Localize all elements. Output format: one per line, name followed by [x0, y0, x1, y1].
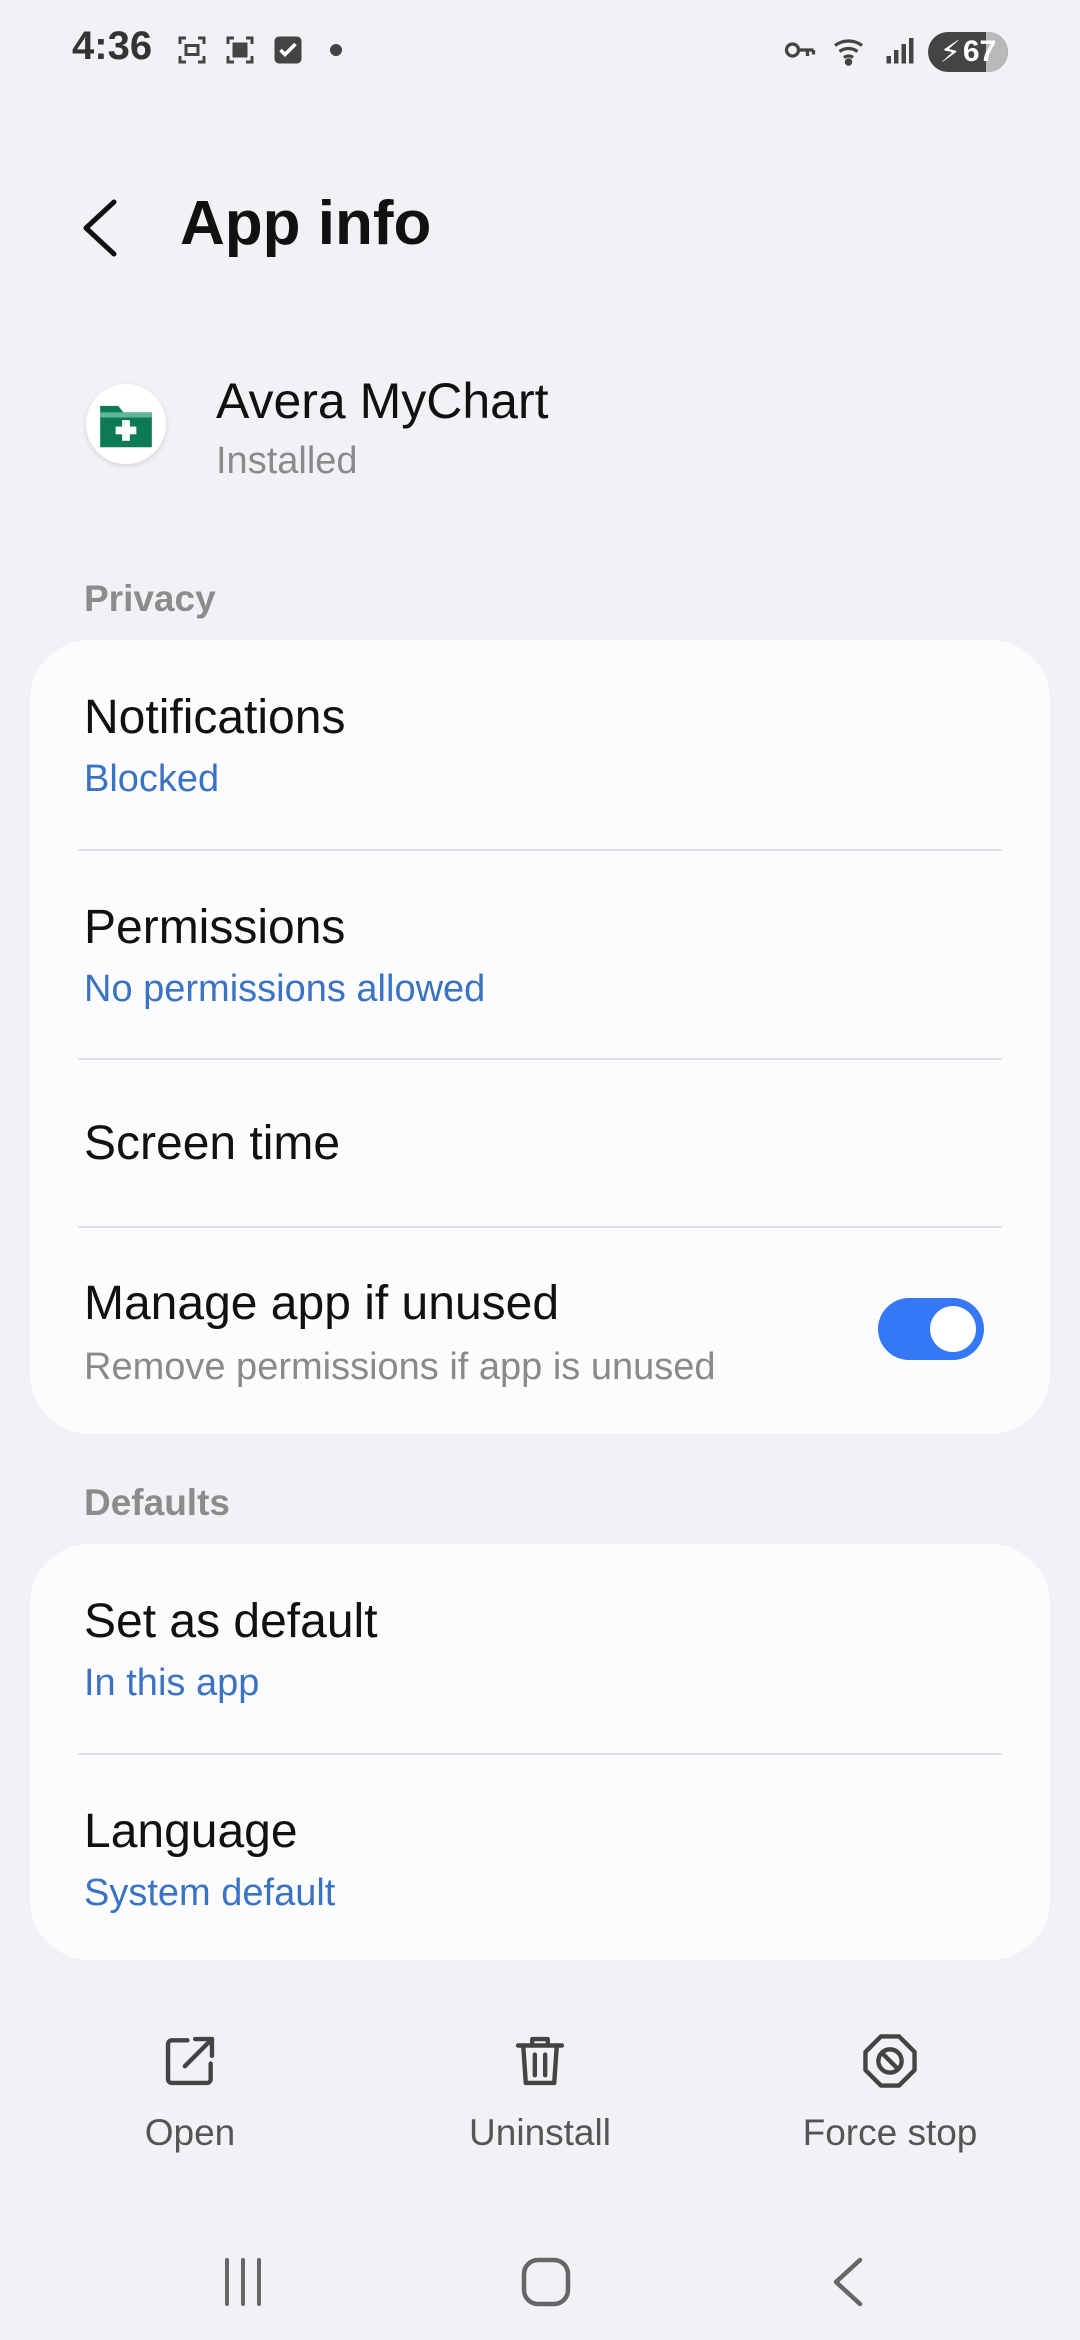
open-button[interactable]: Open	[70, 2030, 310, 2170]
status-time: 4:36	[72, 24, 153, 68]
app-icon	[86, 384, 166, 464]
manage-unused-toggle[interactable]	[878, 1298, 984, 1360]
recents-icon	[225, 2258, 261, 2306]
set-default-value: In this app	[84, 1662, 260, 1704]
section-label-defaults: Defaults	[84, 1482, 230, 1523]
battery-indicator: ⚡ 67	[928, 32, 1008, 72]
manage-unused-title: Manage app if unused	[84, 1277, 560, 1330]
home-button[interactable]	[496, 2232, 596, 2332]
trash-icon	[515, 2036, 565, 2086]
open-external-icon	[165, 2036, 215, 2086]
permissions-row[interactable]	[30, 851, 1050, 1059]
force-stop-label: Force stop	[802, 2112, 978, 2153]
back-button[interactable]	[78, 196, 122, 260]
permissions-value: No permissions allowed	[84, 968, 486, 1010]
status-bar: 4:36 ⚡ 67	[0, 0, 1080, 100]
vpn-key-icon	[782, 32, 818, 68]
set-default-title: Set as default	[84, 1595, 378, 1648]
app-status: Installed	[216, 440, 358, 482]
open-label: Open	[144, 2112, 236, 2153]
app-name: Avera MyChart	[216, 373, 549, 429]
screenshot-icon	[174, 32, 210, 68]
uninstall-button[interactable]: Uninstall	[420, 2030, 660, 2170]
nav-back-button[interactable]	[800, 2232, 900, 2332]
battery-level: 67	[962, 35, 997, 68]
recent-apps-button[interactable]	[193, 2232, 293, 2332]
force-stop-button[interactable]: Force stop	[770, 2030, 1010, 2170]
block-icon	[863, 2034, 917, 2088]
scan-icon	[222, 32, 258, 68]
page-title: App info	[180, 189, 432, 258]
section-label-privacy: Privacy	[84, 578, 216, 619]
folder-plus-icon	[100, 405, 152, 448]
screen-time-title: Screen time	[84, 1117, 341, 1170]
set-default-row[interactable]	[30, 1544, 1050, 1754]
notifications-value: Blocked	[84, 758, 220, 800]
language-value: System default	[84, 1872, 336, 1914]
uninstall-label: Uninstall	[469, 2112, 611, 2153]
notifications-row[interactable]	[30, 640, 1050, 850]
checkbox-icon	[270, 32, 306, 68]
chevron-left-icon	[83, 199, 117, 257]
charging-icon: ⚡	[939, 35, 961, 69]
manage-unused-subtitle: Remove permissions if app is unused	[84, 1346, 716, 1388]
permissions-title: Permissions	[84, 901, 346, 954]
home-icon	[521, 2257, 571, 2307]
wifi-icon	[832, 32, 868, 68]
notification-dot-icon	[330, 44, 342, 56]
language-title: Language	[84, 1805, 298, 1858]
back-arrow-icon	[833, 2257, 863, 2307]
signal-icon	[882, 32, 918, 68]
notifications-title: Notifications	[84, 691, 346, 744]
toggle-knob	[930, 1306, 976, 1352]
